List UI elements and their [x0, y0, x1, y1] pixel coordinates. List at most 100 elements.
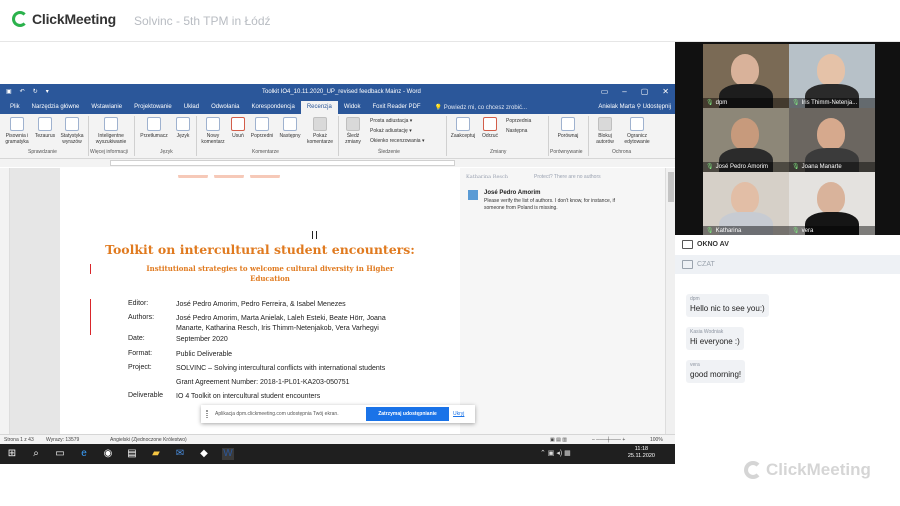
- video-tile-jose[interactable]: 🎙 José Pedro Amorim: [703, 108, 789, 172]
- smart-lookup-button[interactable]: Inteligentne wyszukiwanie: [90, 117, 132, 145]
- block-authors-button[interactable]: Blokuj autorów: [590, 117, 620, 145]
- field-label-date: Date:: [128, 335, 145, 342]
- participant-head: [731, 182, 759, 214]
- tab-foxit[interactable]: Foxit Reader PDF: [367, 101, 427, 114]
- tab-uklad[interactable]: Układ: [178, 101, 205, 114]
- tab-projektowanie[interactable]: Projektowanie: [128, 101, 178, 114]
- word-count[interactable]: Wyrazy: 13579: [46, 437, 79, 443]
- language-button[interactable]: Język: [172, 117, 194, 139]
- video-tile-vera[interactable]: 🎙 vera: [789, 172, 875, 236]
- horizontal-ruler[interactable]: [0, 159, 675, 167]
- scrollbar-thumb[interactable]: [668, 172, 674, 202]
- chrome-icon[interactable]: ◉: [102, 448, 114, 460]
- group-label: Porównywanie: [550, 149, 583, 155]
- zoom-slider[interactable]: – ───┼─── +: [592, 437, 625, 443]
- search-icon[interactable]: ⌕: [30, 448, 42, 460]
- video-tile-katharina[interactable]: 🎙 Katharina: [703, 172, 789, 236]
- language-icon: [176, 117, 190, 131]
- ribbon-separator: [338, 116, 339, 156]
- next-comment-icon: [283, 117, 297, 131]
- reject-button[interactable]: Odrzuć: [478, 117, 502, 139]
- word-count-button[interactable]: Statystyka wyrazów: [58, 117, 86, 145]
- signed-in-user[interactable]: Anielak Marta: [598, 101, 635, 114]
- stop-sharing-button[interactable]: Zatrzymaj udostępnianie: [366, 407, 449, 421]
- previous-change-button[interactable]: Poprzednia: [506, 118, 531, 124]
- event-title: Solvinc - 5th TPM in Łódź: [134, 14, 271, 28]
- document-logo: [178, 170, 298, 178]
- hide-link[interactable]: Ukryj: [453, 411, 464, 417]
- markup-note: Protect? There are no authors: [534, 174, 601, 180]
- group-label: Więcej informacji: [90, 149, 128, 155]
- chat-author: vera: [690, 362, 700, 368]
- track-changes-button[interactable]: Śledź zmiany: [340, 117, 366, 145]
- store-icon[interactable]: ▤: [126, 448, 138, 460]
- app-icon[interactable]: ◆: [198, 448, 210, 460]
- qat-dropdown-icon[interactable]: ▾: [46, 88, 49, 95]
- edge-icon[interactable]: e: [78, 448, 90, 460]
- show-markup-button[interactable]: Pokaż adiustację ▾: [370, 128, 412, 134]
- zoom-level[interactable]: 100%: [650, 437, 663, 443]
- close-icon[interactable]: ✕: [662, 87, 669, 96]
- restrict-editing-button[interactable]: Ogranicz edytowanie: [620, 117, 654, 145]
- tab-korespondencja[interactable]: Korespondencja: [245, 101, 300, 114]
- video-tile-joana[interactable]: 🎙 Joana Manarte: [789, 108, 875, 172]
- next-comment-button[interactable]: Następny: [276, 117, 304, 139]
- redo-icon[interactable]: ↻: [33, 88, 38, 95]
- translate-button[interactable]: Przetłumacz: [136, 117, 172, 139]
- maximize-icon[interactable]: ▢: [641, 87, 649, 96]
- page-count[interactable]: Strona 1 z 43: [4, 437, 34, 443]
- taskbar-clock[interactable]: 11:18 25.11.2020: [628, 446, 655, 460]
- save-icon[interactable]: ▣: [6, 88, 12, 95]
- tell-me-search[interactable]: 💡 Powiedz mi, co chcesz zrobić...: [435, 104, 528, 111]
- vertical-scrollbar[interactable]: [665, 168, 675, 434]
- word-document-title: Toolkit IO4_10.11.2020_UP_revised feedba…: [262, 89, 421, 95]
- windows-start-icon[interactable]: ⊞: [6, 448, 18, 460]
- view-buttons[interactable]: ▣ ▤ ▥: [550, 437, 567, 443]
- minimize-icon[interactable]: –: [622, 87, 626, 96]
- accept-button[interactable]: Zaakceptuj: [448, 117, 478, 139]
- language-status[interactable]: Angielski (Zjednoczone Królestwo): [110, 437, 187, 443]
- tray-icons[interactable]: ⌃ ▣ ◂) ▦: [540, 449, 571, 457]
- delete-comment-button[interactable]: Usuń: [228, 117, 248, 139]
- field-value-date: September 2020: [176, 336, 228, 343]
- show-comments-button[interactable]: Pokaż komentarze: [304, 117, 336, 145]
- next-change-button[interactable]: Następna: [506, 128, 527, 134]
- compare-button[interactable]: Porównaj: [552, 117, 584, 139]
- drag-handle-icon[interactable]: [206, 410, 208, 418]
- spelling-button[interactable]: Pisownia i gramatyka: [2, 117, 32, 145]
- word-taskbar-icon[interactable]: W: [222, 448, 234, 460]
- mic-icon: 🎙: [706, 100, 714, 106]
- undo-icon[interactable]: ↶: [20, 88, 25, 95]
- simple-markup-select[interactable]: Prosta adiustacja ▾: [370, 118, 412, 124]
- smart-lookup-icon: [104, 117, 118, 131]
- chat-message: dpm Hello nic to see you:): [686, 294, 769, 317]
- av-window-header[interactable]: OKNO AV: [675, 235, 900, 254]
- participant-label: 🎙 Iris Thimm-Netenja...: [789, 98, 875, 108]
- chat-text: Hi everyone :): [690, 337, 740, 346]
- new-comment-button[interactable]: Nowy komentarz: [198, 117, 228, 145]
- task-view-icon[interactable]: ▭: [54, 448, 66, 460]
- tab-widok[interactable]: Widok: [338, 101, 367, 114]
- markup-pane: Katharina Resch Protect? There are no au…: [460, 168, 665, 434]
- video-tile-dpm[interactable]: 🎙 dpm: [703, 44, 789, 108]
- vertical-ruler[interactable]: [0, 168, 10, 434]
- group-label: Ochrona: [612, 149, 632, 155]
- mail-icon[interactable]: ✉: [174, 448, 186, 460]
- tab-odwolania[interactable]: Odwołania: [205, 101, 245, 114]
- document-page[interactable]: Toolkit on intercultural student encount…: [60, 168, 460, 434]
- folder-icon[interactable]: ▰: [150, 448, 162, 460]
- document-area: Toolkit on intercultural student encount…: [0, 168, 675, 434]
- ribbon-options-icon[interactable]: ▭: [601, 87, 609, 96]
- chat-header[interactable]: CZAT: [675, 255, 900, 274]
- previous-comment-button[interactable]: Poprzedni: [248, 117, 276, 139]
- share-button[interactable]: ⚲ Udostępnij: [637, 101, 671, 114]
- comment-text[interactable]: Please verify the list of authors. I don…: [484, 198, 619, 211]
- clickmeeting-logo[interactable]: ClickMeeting: [12, 11, 116, 27]
- thesaurus-button[interactable]: Tezaurus: [32, 117, 58, 139]
- reviewing-pane-button[interactable]: Okienko recenzowania ▾: [370, 138, 425, 144]
- tab-wstawianie[interactable]: Wstawianie: [85, 101, 128, 114]
- video-tile-iris[interactable]: 🎙 Iris Thimm-Netenja...: [789, 44, 875, 108]
- tab-narzedzia[interactable]: Narzędzia główne: [26, 101, 86, 114]
- tab-recenzja[interactable]: Recenzja: [300, 101, 338, 114]
- tab-plik[interactable]: Plik: [4, 101, 26, 114]
